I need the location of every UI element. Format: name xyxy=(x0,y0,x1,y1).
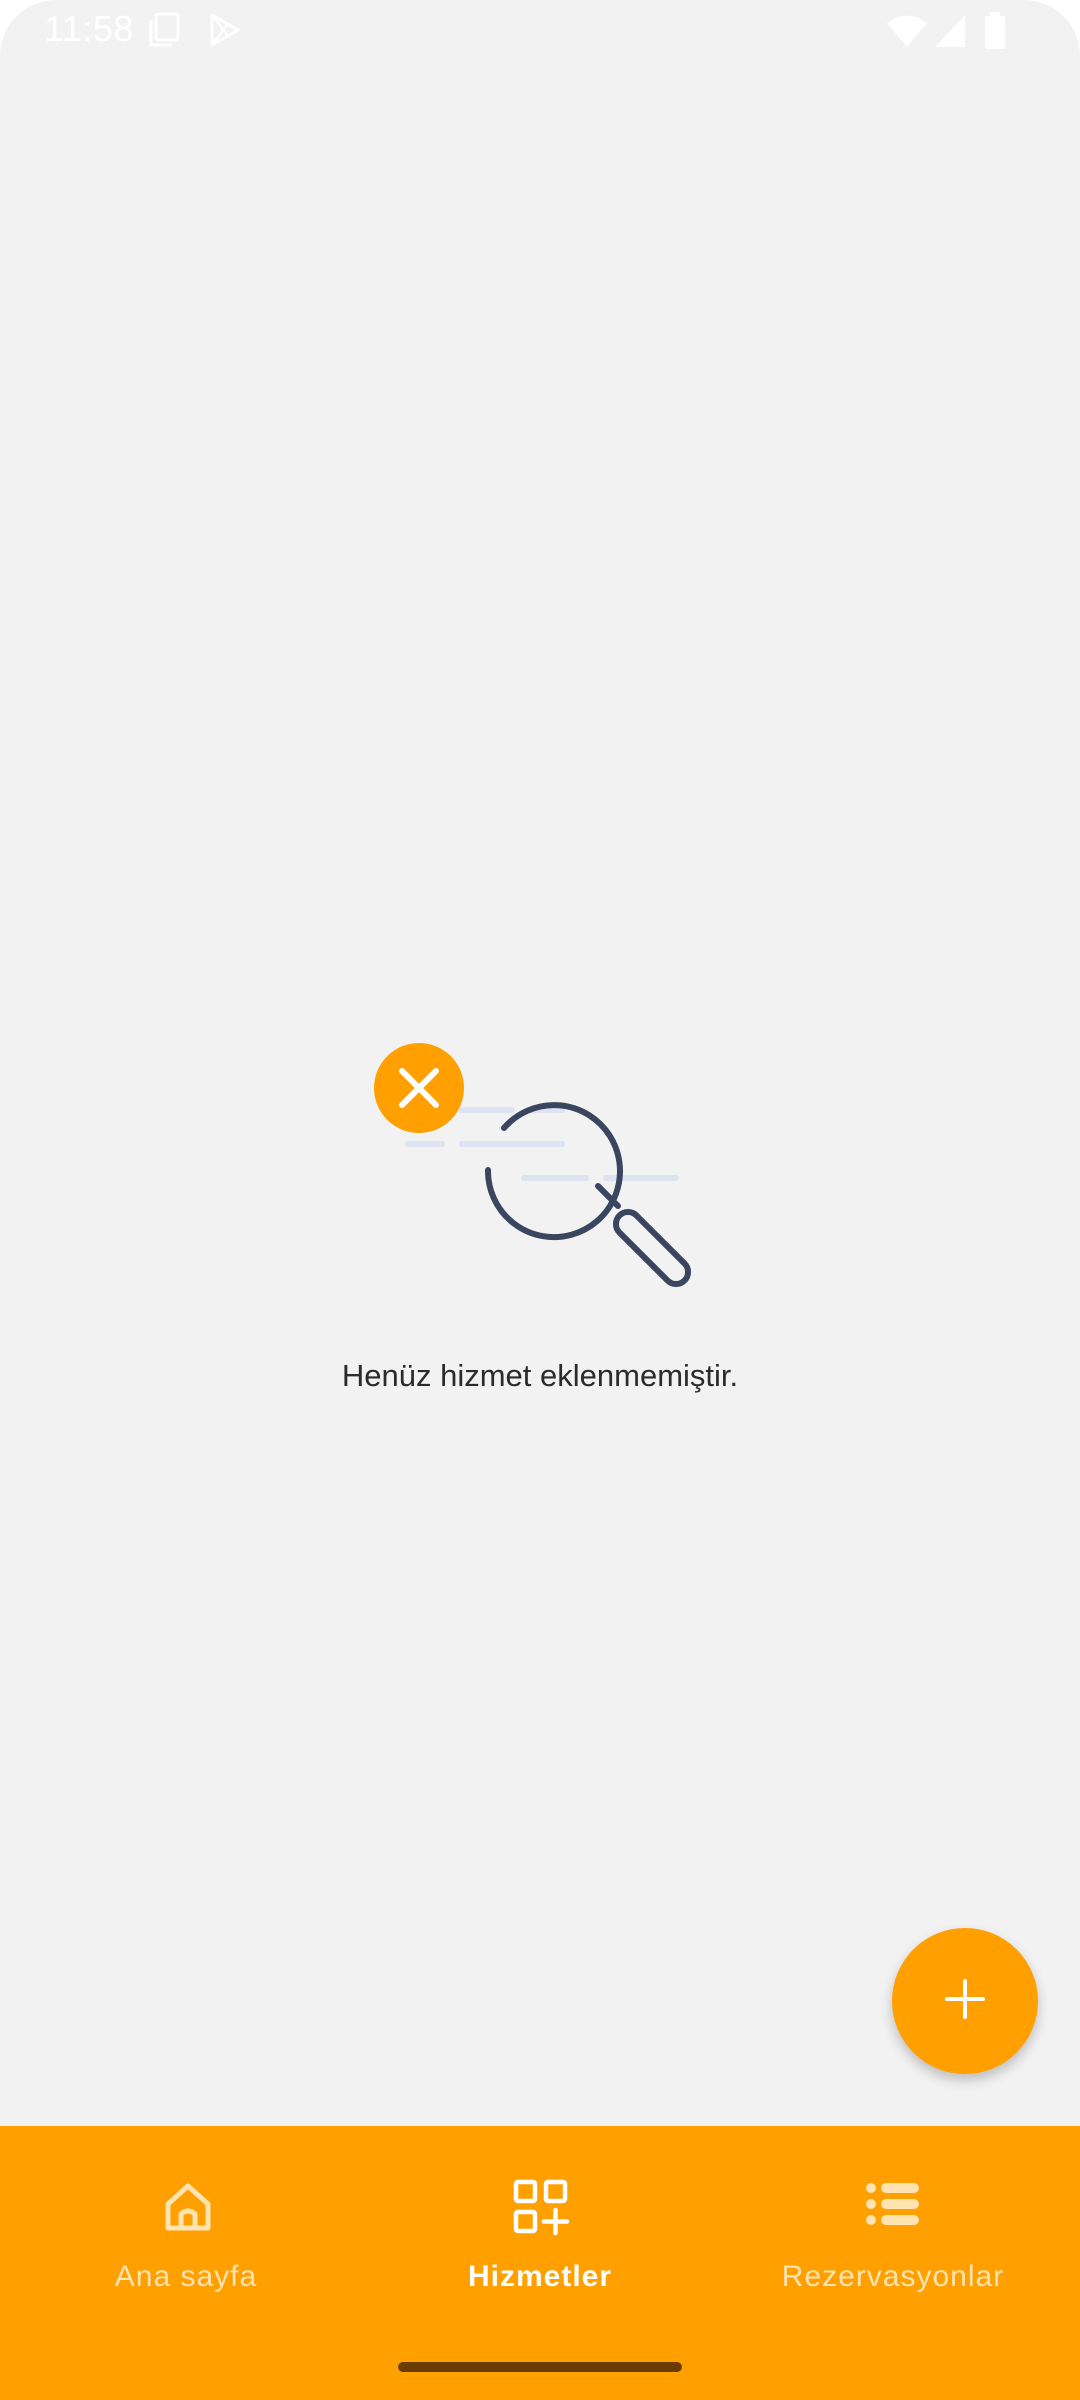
app-screen: 11:58 Henüz hizmet eklenmemiştir. Ana sa… xyxy=(0,0,1080,2400)
nav-label-services: Hizmetler xyxy=(467,2260,613,2293)
plus-icon xyxy=(943,1977,987,2025)
signal-icon xyxy=(934,14,966,52)
wifi-icon xyxy=(886,14,928,52)
status-time: 11:58 xyxy=(44,8,134,49)
gesture-navigation-bar[interactable] xyxy=(398,2362,682,2372)
nav-item-home[interactable]: Ana sayfa xyxy=(6,2126,366,2326)
empty-state-illustration xyxy=(370,1040,710,1300)
bottom-navigation: Ana sayfa Hizmetler Rezervasyonlar xyxy=(0,2126,1080,2400)
search-not-found-icon xyxy=(374,1043,692,1288)
grid-add-icon xyxy=(510,2176,570,2236)
list-icon xyxy=(863,2176,923,2236)
empty-state-message: Henüz hizmet eklenmemiştir. xyxy=(341,1358,739,1393)
status-bar: 11:58 xyxy=(0,0,1080,62)
nav-item-reservations[interactable]: Rezervasyonlar xyxy=(713,2126,1073,2326)
nav-label-home: Ana sayfa xyxy=(114,2260,258,2293)
nav-label-reservations: Rezervasyonlar xyxy=(781,2260,1005,2293)
nav-item-services[interactable]: Hizmetler xyxy=(360,2126,720,2326)
battery-icon xyxy=(984,12,1006,54)
home-icon xyxy=(158,2176,218,2236)
play-store-icon xyxy=(208,12,242,52)
sim-card-icon xyxy=(148,12,182,52)
add-service-button[interactable] xyxy=(892,1928,1038,2074)
